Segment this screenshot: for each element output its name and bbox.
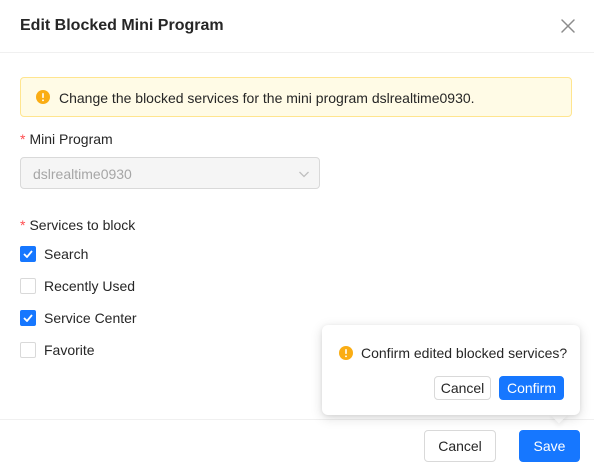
chevron-down-icon <box>298 167 310 179</box>
close-icon[interactable] <box>559 17 577 35</box>
checkbox-box[interactable] <box>20 310 36 326</box>
mini-program-label: * Mini Program <box>20 130 113 148</box>
checkbox-label: Search <box>44 246 89 262</box>
check-icon <box>23 250 33 258</box>
mini-program-select[interactable]: dslrealtime0930 <box>20 157 320 189</box>
dialog-footer <box>0 419 594 471</box>
warning-circle-icon <box>36 90 50 104</box>
popconfirm-cancel-button[interactable]: Cancel <box>434 376 491 400</box>
checkbox-box[interactable] <box>20 278 36 294</box>
save-button[interactable]: Save <box>519 430 580 462</box>
mini-program-label-text: Mini Program <box>29 131 113 147</box>
popconfirm-message: Confirm edited blocked services? <box>361 345 568 361</box>
edit-blocked-mini-program-dialog: Edit Blocked Mini Program Change the blo… <box>0 0 594 471</box>
mini-program-select-value: dslrealtime0930 <box>33 166 132 182</box>
dialog-header: Edit Blocked Mini Program <box>0 0 594 53</box>
cancel-button[interactable]: Cancel <box>424 430 496 462</box>
services-label-text: Services to block <box>29 217 136 233</box>
checkbox-box[interactable] <box>20 246 36 262</box>
required-mark: * <box>20 131 26 147</box>
alert-message: Change the blocked services for the mini… <box>59 90 475 106</box>
checkbox-box[interactable] <box>20 342 36 358</box>
dialog-title: Edit Blocked Mini Program <box>20 17 224 34</box>
check-icon <box>23 314 33 322</box>
popconfirm-confirm-button[interactable]: Confirm <box>499 376 564 400</box>
checkbox-label: Favorite <box>44 342 95 358</box>
required-mark: * <box>20 217 26 233</box>
info-alert: Change the blocked services for the mini… <box>20 77 572 117</box>
services-label: * Services to block <box>20 216 135 234</box>
warning-circle-icon <box>339 346 353 360</box>
checkbox-label: Recently Used <box>44 278 136 294</box>
checkbox-label: Service Center <box>44 310 137 326</box>
popconfirm: Confirm edited blocked services? Cancel … <box>322 325 580 415</box>
